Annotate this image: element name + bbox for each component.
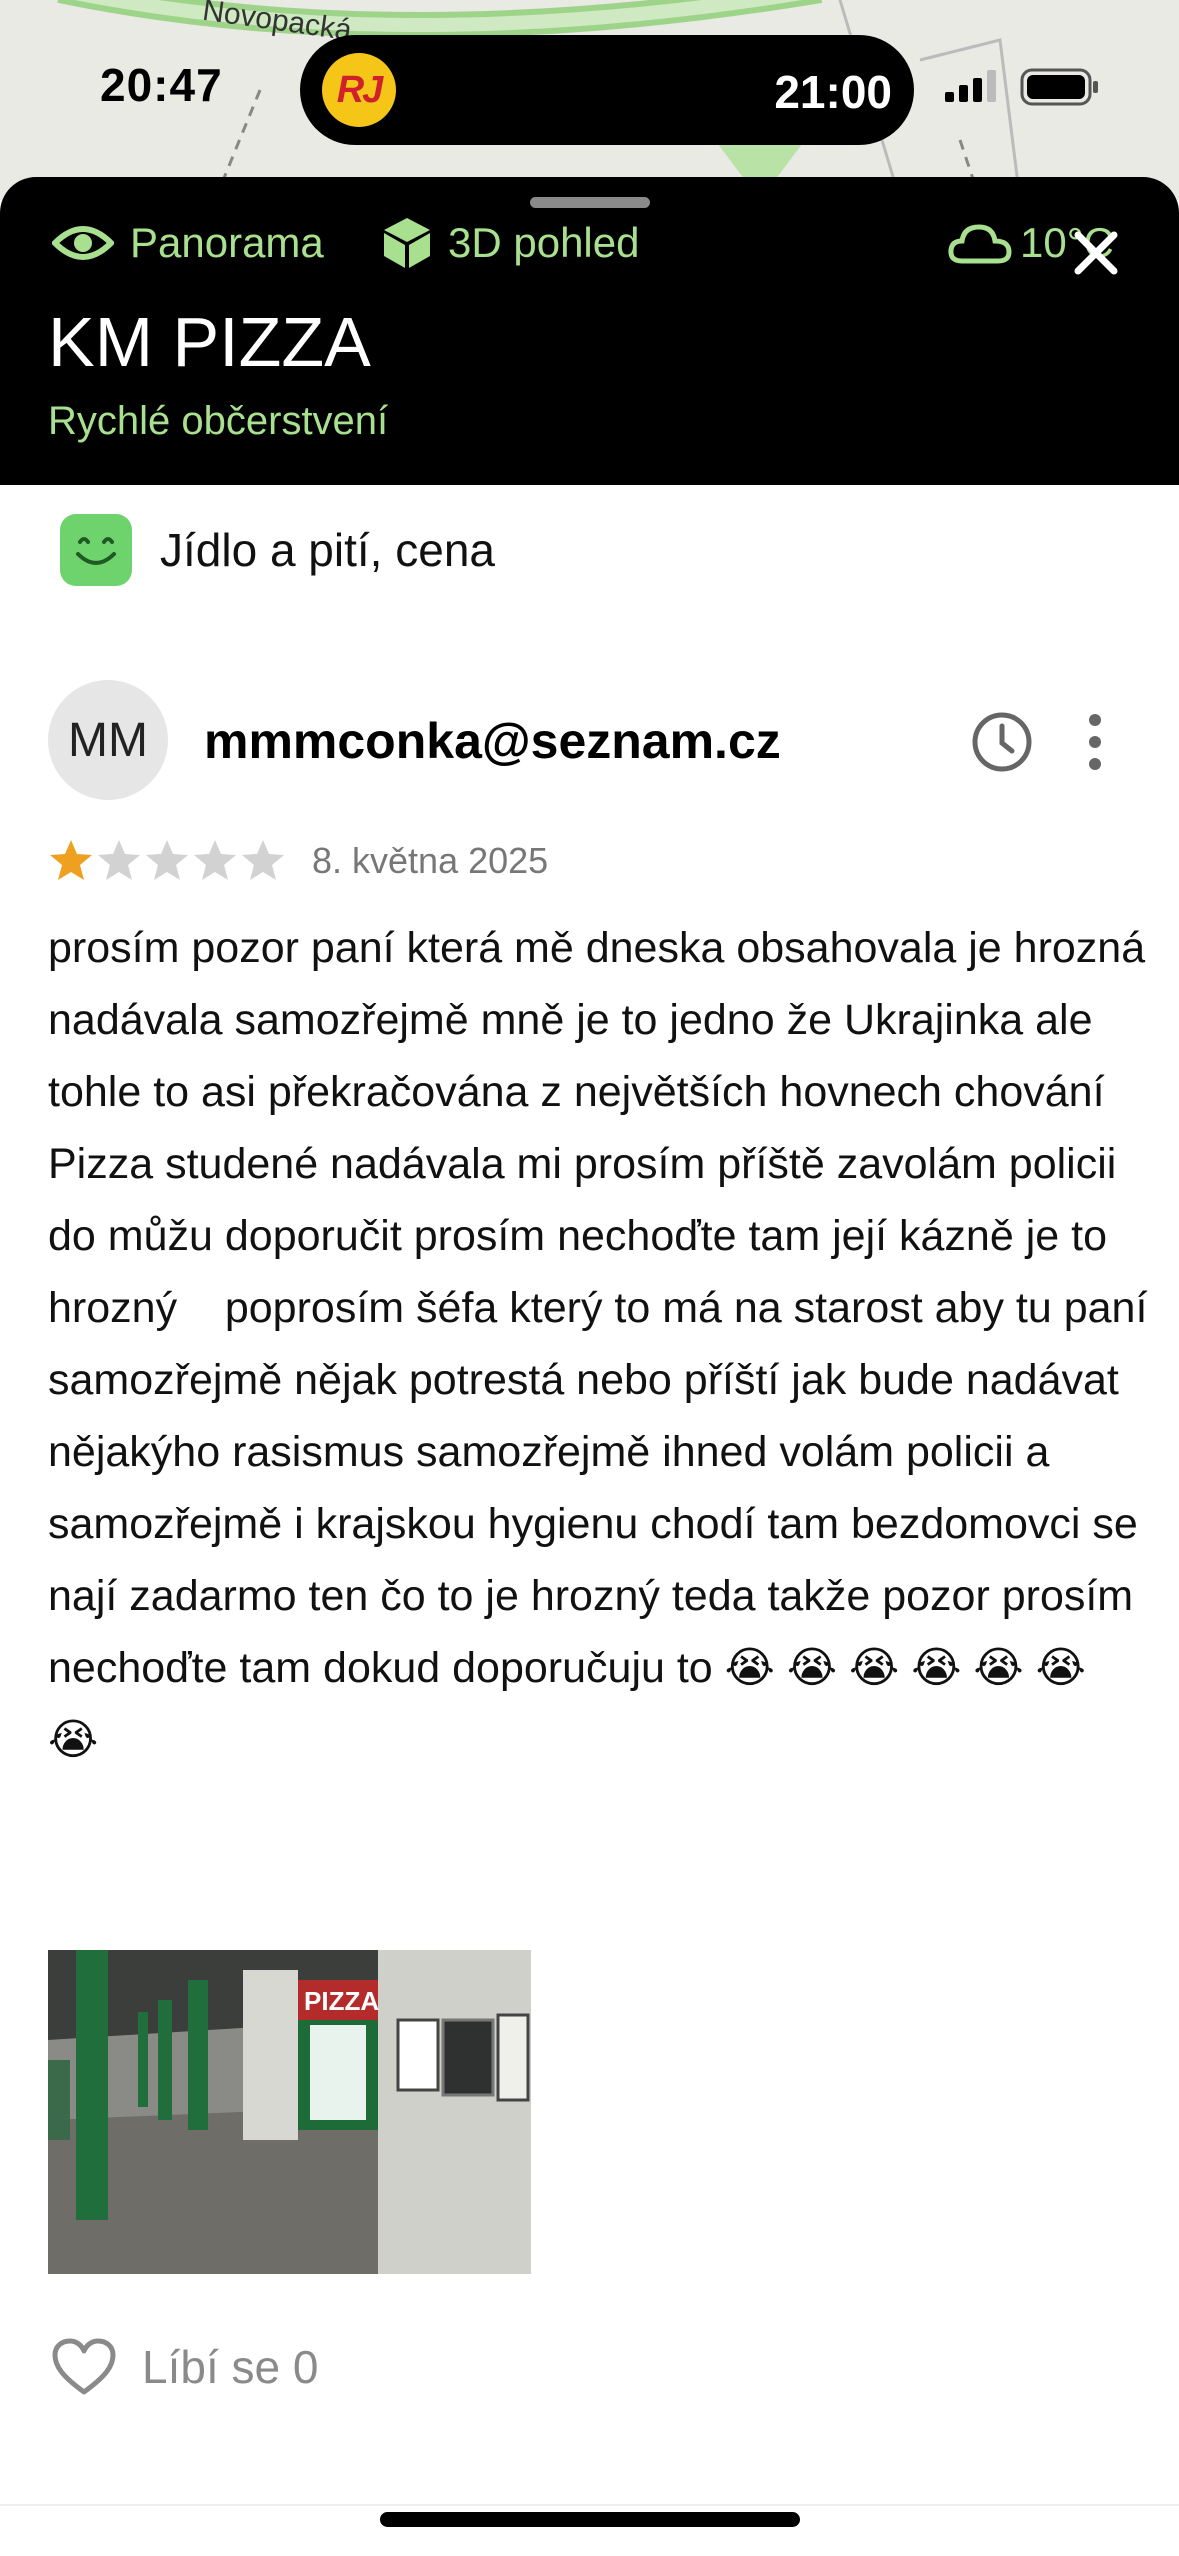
island-time: 21:00	[774, 66, 892, 118]
app-badge-icon: RJ	[322, 53, 396, 127]
view3d-label: 3D pohled	[448, 219, 640, 266]
heart-icon	[52, 2338, 116, 2395]
view3d-button[interactable]: 3D pohled	[382, 213, 639, 273]
photo-sign-text: PIZZA	[304, 1986, 379, 2016]
like-label: Líbí se 0	[142, 2341, 319, 2393]
star-icon	[50, 840, 92, 880]
review-date: 8. května 2025	[312, 840, 549, 881]
close-icon[interactable]	[1070, 227, 1122, 279]
place-title: KM PIZZA	[48, 303, 371, 381]
status-bar-time: 20:47	[100, 59, 223, 111]
clock-icon[interactable]	[970, 710, 1034, 774]
review-photo[interactable]: PIZZA	[48, 1950, 531, 2274]
star-rating	[48, 838, 286, 882]
star-icon	[242, 840, 284, 880]
place-category[interactable]: Rychlé občerstvení	[48, 399, 388, 444]
divider	[0, 2504, 1179, 2506]
attribute-label: Jídlo a pití, cena	[160, 524, 495, 576]
avatar[interactable]: MM	[48, 680, 168, 800]
review-text: prosím pozor paní která mě dneska obsaho…	[48, 924, 1160, 1764]
more-options-icon[interactable]	[1080, 710, 1110, 774]
attribute-row: Jídlo a pití, cena	[60, 510, 495, 590]
star-icon	[194, 840, 236, 880]
place-header: Panorama 3D pohled 10°C KM PIZZA Rychlé …	[0, 177, 1179, 485]
sheet-grabber[interactable]	[530, 197, 650, 208]
review-author[interactable]: mmmconka@seznam.cz	[204, 712, 781, 770]
star-icon	[98, 840, 140, 880]
eye-icon	[52, 226, 114, 260]
smile-icon	[60, 514, 132, 586]
cloud-icon	[948, 224, 1012, 264]
like-button[interactable]: Líbí se 0	[52, 2338, 318, 2396]
dynamic-island[interactable]: RJ 21:00	[300, 35, 914, 145]
home-indicator[interactable]	[380, 2512, 800, 2527]
panorama-button[interactable]: Panorama	[52, 213, 324, 273]
panorama-label: Panorama	[130, 219, 324, 266]
star-icon	[146, 840, 188, 880]
battery-icon	[1020, 68, 1098, 106]
signal-icon	[945, 70, 996, 102]
cube-icon	[384, 218, 430, 268]
